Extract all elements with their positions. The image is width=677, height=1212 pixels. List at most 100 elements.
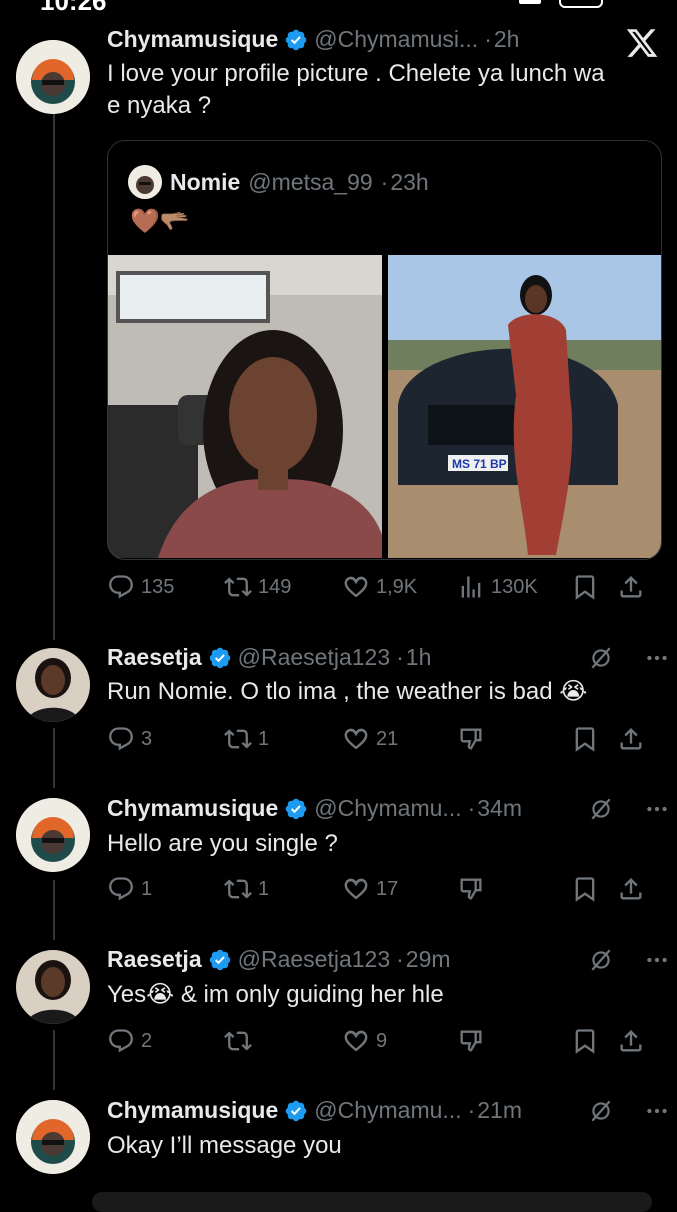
repost-button[interactable] bbox=[224, 1027, 342, 1055]
share-button[interactable] bbox=[617, 573, 645, 601]
repost-icon bbox=[224, 573, 252, 601]
like-button[interactable]: 9 bbox=[342, 1027, 457, 1055]
reply-icon bbox=[107, 725, 135, 753]
share-button[interactable] bbox=[617, 725, 645, 753]
avatar[interactable] bbox=[16, 798, 90, 872]
tweet-header: Raesetja @Raesetja123 · 29m bbox=[107, 946, 451, 973]
share-icon bbox=[617, 725, 645, 753]
author-name[interactable]: Chymamusique bbox=[107, 26, 278, 53]
avatar[interactable] bbox=[16, 950, 90, 1024]
share-button[interactable] bbox=[617, 1027, 645, 1055]
dislike-icon bbox=[457, 875, 485, 903]
author-name[interactable]: Chymamusique bbox=[107, 795, 278, 822]
quote-avatar-art-icon bbox=[128, 165, 162, 199]
tweet-time[interactable]: 29m bbox=[406, 946, 451, 973]
author-handle[interactable]: @Raesetja123 bbox=[238, 946, 391, 973]
tweet-text: Run Nomie. O tlo ima , the weather is ba… bbox=[107, 678, 588, 705]
separator-dot: · bbox=[484, 26, 492, 52]
repost-count: 1 bbox=[258, 727, 270, 750]
tweet-header: Raesetja @Raesetja123 · 1h bbox=[107, 644, 431, 671]
more-icon[interactable] bbox=[644, 1098, 670, 1124]
reply-count: 1 bbox=[141, 877, 153, 900]
author-handle[interactable]: @Chymamusi... bbox=[314, 26, 478, 53]
share-button[interactable] bbox=[617, 875, 645, 903]
bookmark-button[interactable] bbox=[571, 1027, 617, 1055]
avatar[interactable] bbox=[16, 648, 90, 722]
quote-time: 23h bbox=[390, 168, 429, 195]
like-icon bbox=[342, 725, 370, 753]
reply-button[interactable]: 3 bbox=[107, 725, 224, 753]
dislike-button[interactable] bbox=[457, 875, 571, 903]
like-count: 21 bbox=[376, 727, 399, 750]
bookmark-button[interactable] bbox=[571, 573, 617, 601]
author-handle[interactable]: @Chymamu... bbox=[314, 1097, 461, 1124]
verified-icon bbox=[284, 28, 308, 52]
repost-button[interactable]: 149 bbox=[224, 573, 342, 601]
tweet-header: Chymamusique @Chymamu... · 34m bbox=[107, 795, 522, 822]
quote-photo-1[interactable] bbox=[108, 255, 382, 558]
repost-icon bbox=[224, 725, 252, 753]
reply-count: 2 bbox=[141, 1029, 153, 1052]
tweet-time[interactable]: 34m bbox=[477, 795, 522, 822]
tweet-actions: 2 9 bbox=[107, 1024, 657, 1058]
tweet-menu bbox=[588, 1098, 670, 1124]
like-button[interactable]: 17 bbox=[342, 875, 457, 903]
author-handle[interactable]: @Chymamu... bbox=[314, 795, 461, 822]
repost-button[interactable]: 1 bbox=[224, 875, 342, 903]
tweet-text: Hello are you single ? bbox=[107, 830, 338, 857]
more-icon[interactable] bbox=[644, 947, 670, 973]
bookmark-button[interactable] bbox=[571, 725, 617, 753]
verified-icon bbox=[208, 646, 232, 670]
repost-icon bbox=[224, 1027, 252, 1055]
like-button[interactable]: 1,9K bbox=[342, 573, 457, 601]
quote-author-name: Nomie bbox=[170, 168, 241, 195]
bookmark-icon bbox=[571, 725, 599, 753]
author-name[interactable]: Chymamusique bbox=[107, 1097, 278, 1124]
avatar-photo-icon bbox=[16, 648, 90, 722]
grok-icon[interactable] bbox=[588, 1098, 614, 1124]
author-handle[interactable]: @Raesetja123 bbox=[238, 644, 391, 671]
reply-count: 3 bbox=[141, 727, 153, 750]
tweet-time[interactable]: 1h bbox=[406, 644, 432, 671]
reply-button[interactable]: 135 bbox=[107, 573, 224, 601]
bookmark-icon bbox=[571, 875, 599, 903]
avatar[interactable] bbox=[16, 40, 90, 114]
reply-icon bbox=[107, 1027, 135, 1055]
more-icon[interactable] bbox=[644, 796, 670, 822]
quote-header: Nomie @metsa_99 · 23h bbox=[128, 165, 429, 199]
share-icon bbox=[617, 573, 645, 601]
views-button[interactable]: 130K bbox=[457, 573, 571, 601]
bookmark-icon bbox=[571, 573, 599, 601]
tweet-menu bbox=[588, 796, 670, 822]
quoted-tweet[interactable]: Nomie @metsa_99 · 23h 🤎🫳🏽 MS 71 BP bbox=[107, 140, 662, 560]
repost-icon bbox=[224, 875, 252, 903]
verified-icon bbox=[284, 797, 308, 821]
reply-bar[interactable] bbox=[92, 1192, 652, 1212]
tweet-menu bbox=[588, 947, 670, 973]
reply-button[interactable]: 1 bbox=[107, 875, 224, 903]
dislike-button[interactable] bbox=[457, 1027, 571, 1055]
more-icon[interactable] bbox=[644, 645, 670, 671]
repost-count: 149 bbox=[258, 575, 292, 598]
repost-button[interactable]: 1 bbox=[224, 725, 342, 753]
quote-photo-2[interactable]: MS 71 BP bbox=[388, 255, 661, 558]
tweet-actions: 3 1 21 bbox=[107, 722, 657, 756]
close-icon[interactable] bbox=[625, 26, 659, 60]
tweet-time[interactable]: 21m bbox=[477, 1097, 522, 1124]
grok-icon[interactable] bbox=[588, 796, 614, 822]
bookmark-button[interactable] bbox=[571, 875, 617, 903]
reply-button[interactable]: 2 bbox=[107, 1027, 224, 1055]
car-photo-icon: MS 71 BP bbox=[388, 255, 661, 558]
tweet-time[interactable]: 2h bbox=[494, 26, 520, 53]
grok-icon[interactable] bbox=[588, 947, 614, 973]
grok-icon[interactable] bbox=[588, 645, 614, 671]
signal-icon bbox=[519, 0, 541, 4]
dislike-button[interactable] bbox=[457, 725, 571, 753]
like-button[interactable]: 21 bbox=[342, 725, 457, 753]
avatar-art-icon bbox=[16, 40, 90, 114]
author-name[interactable]: Raesetja bbox=[107, 644, 202, 671]
author-name[interactable]: Raesetja bbox=[107, 946, 202, 973]
like-count: 17 bbox=[376, 877, 399, 900]
avatar[interactable] bbox=[16, 1100, 90, 1174]
tweet-header: Chymamusique @Chymamu... · 21m bbox=[107, 1097, 522, 1124]
